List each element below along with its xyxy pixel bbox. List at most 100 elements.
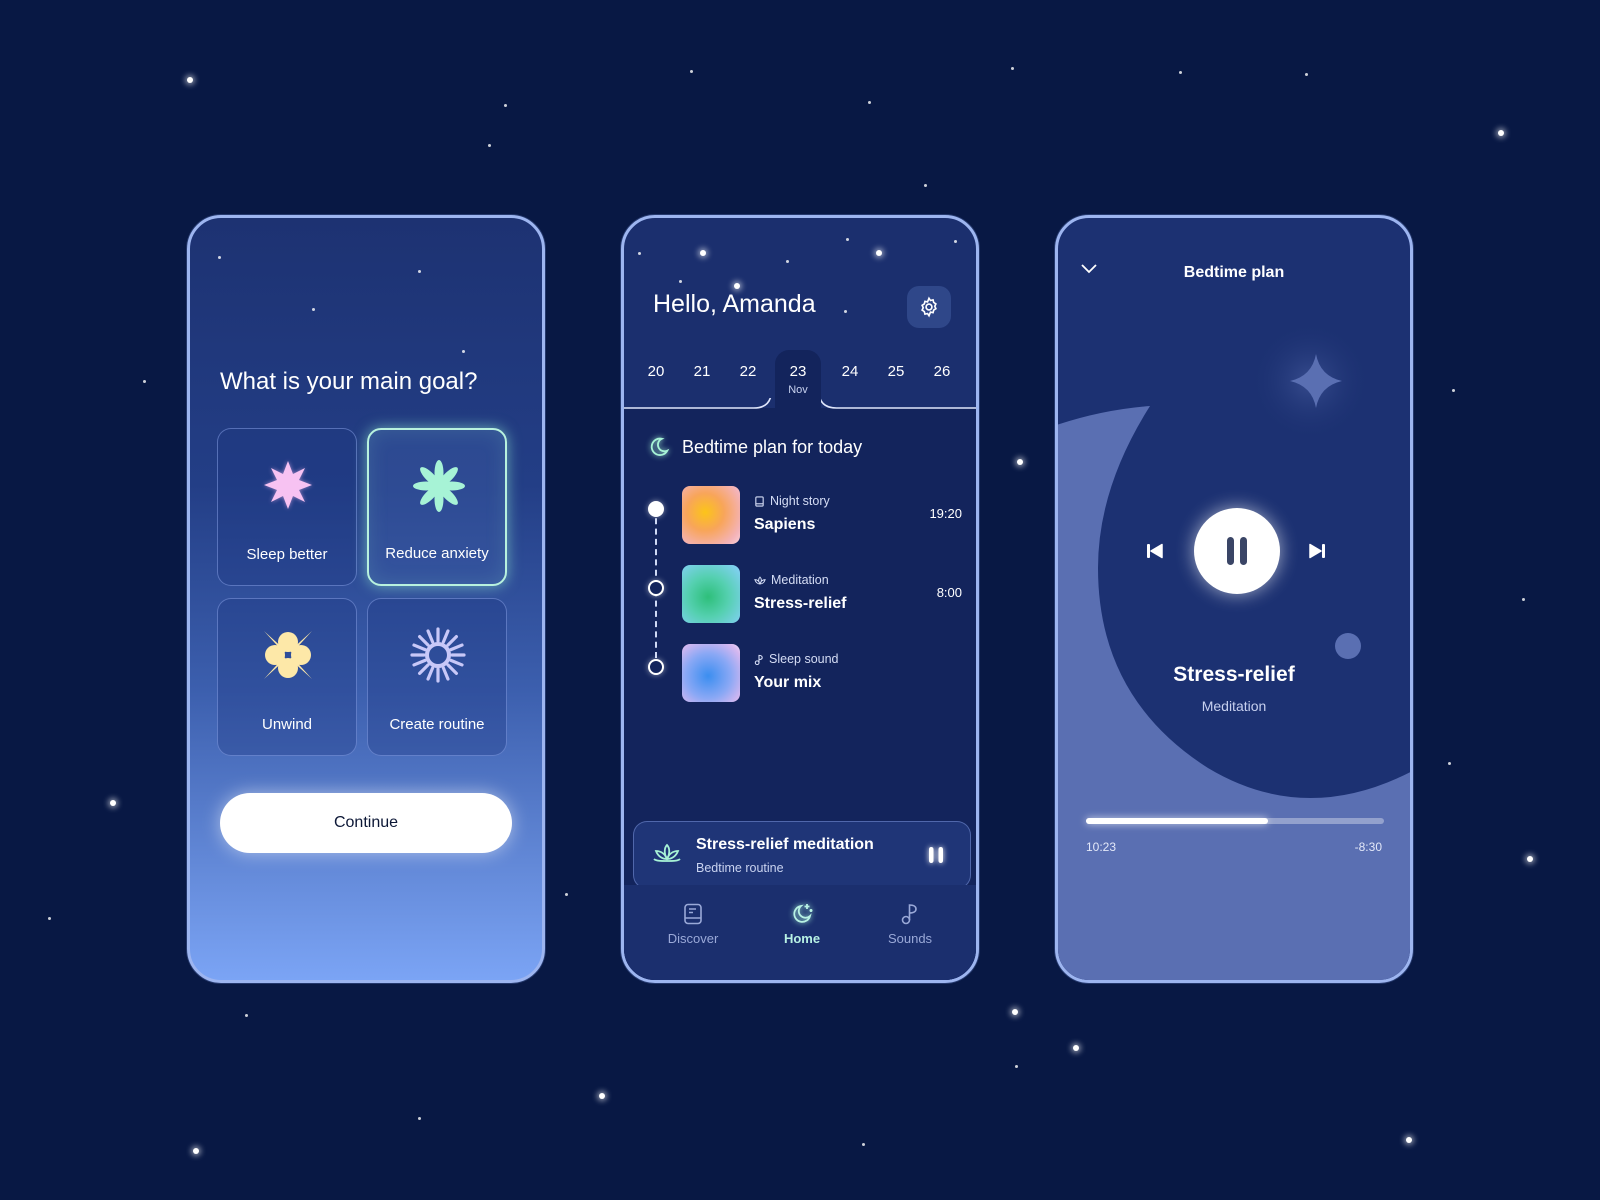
goal-label: Reduce anxiety <box>385 545 489 562</box>
star <box>638 252 641 255</box>
sleep-sound-thumbnail <box>682 644 740 702</box>
star <box>599 1093 605 1099</box>
plan-item-meditation[interactable]: Meditation Stress-relief 8:00 <box>682 565 962 625</box>
plan-item-category: Night story <box>754 494 830 508</box>
player-title: Bedtime plan <box>1183 264 1285 281</box>
mint-flower-icon <box>413 460 465 512</box>
continue-button[interactable]: Continue <box>220 793 512 853</box>
star <box>690 70 693 73</box>
calendar-day[interactable]: 24 <box>832 363 868 380</box>
star <box>924 184 927 187</box>
calendar-day[interactable]: 21 <box>684 363 720 380</box>
star <box>734 283 740 289</box>
calendar-day[interactable]: 22 <box>730 363 766 380</box>
star <box>1452 389 1455 392</box>
goal-label: Create routine <box>389 716 485 733</box>
night-story-thumbnail <box>682 486 740 544</box>
plan-item-time: 19:20 <box>929 506 962 521</box>
nav-sounds[interactable]: Sounds <box>865 903 955 946</box>
star <box>1017 459 1023 465</box>
mini-player-subtitle: Bedtime routine <box>696 861 784 875</box>
moon-illustration <box>1058 321 1410 980</box>
plan-item-time: 8:00 <box>936 585 962 600</box>
calendar-day-selected[interactable]: 23 Nov <box>780 363 816 396</box>
star <box>679 280 682 283</box>
calendar-day[interactable]: 20 <box>638 363 674 380</box>
plan-item-sleep-sound[interactable]: Sleep sound Your mix <box>682 644 962 704</box>
plan-item-night-story[interactable]: Night story Sapiens 19:20 <box>682 486 962 546</box>
mini-pause-button[interactable] <box>928 846 944 864</box>
star <box>418 270 421 273</box>
progress-fill <box>1086 818 1268 824</box>
plan-header: Bedtime plan for today <box>648 436 862 458</box>
star <box>786 260 789 263</box>
progress-bar[interactable] <box>1086 818 1384 824</box>
timeline-dot <box>648 659 664 675</box>
gear-icon <box>921 296 937 318</box>
pink-burst-icon <box>264 461 312 509</box>
star <box>1012 1009 1018 1015</box>
star <box>1522 598 1525 601</box>
goal-screen: What is your main goal? Sleep better Red… <box>187 215 545 983</box>
star <box>462 350 465 353</box>
lotus-icon <box>653 843 681 862</box>
star <box>1179 71 1182 74</box>
plan-item-category: Sleep sound <box>754 652 839 666</box>
star <box>504 104 507 107</box>
lotus-icon <box>754 575 766 585</box>
pause-icon <box>1227 537 1247 565</box>
star <box>48 917 51 920</box>
star <box>1011 67 1014 70</box>
category-label: Sleep sound <box>769 652 839 666</box>
goal-option-sleep-better[interactable]: Sleep better <box>217 428 357 586</box>
calendar-day-number: 23 <box>789 363 807 380</box>
star <box>1305 73 1308 76</box>
track-title: Stress-relief <box>1173 663 1295 686</box>
goal-option-reduce-anxiety[interactable]: Reduce anxiety <box>367 428 507 586</box>
settings-button[interactable] <box>907 286 951 328</box>
previous-button[interactable] <box>1146 542 1164 565</box>
plan-item-title: Your mix <box>754 674 822 691</box>
nav-home[interactable]: Home <box>757 903 847 946</box>
star <box>1406 1137 1412 1143</box>
bottom-nav: Discover Home Sounds <box>624 885 976 980</box>
yellow-flower-icon <box>264 631 312 679</box>
skip-previous-icon <box>1147 543 1163 559</box>
pause-button[interactable] <box>1194 508 1280 594</box>
music-note-icon <box>754 654 763 665</box>
star <box>876 250 882 256</box>
star <box>844 310 847 313</box>
star <box>218 256 221 259</box>
calendar-day[interactable]: 25 <box>878 363 914 380</box>
star <box>488 144 491 147</box>
nav-label: Discover <box>667 931 719 946</box>
star <box>1498 130 1504 136</box>
star <box>143 380 146 383</box>
plan-item-title: Sapiens <box>754 516 816 533</box>
timeline-dot-active <box>648 501 664 517</box>
home-screen: Hello, Amanda 20 21 22 23 Nov 24 25 26 B… <box>621 215 979 983</box>
goal-option-unwind[interactable]: Unwind <box>217 598 357 756</box>
star <box>862 1143 865 1146</box>
category-label: Meditation <box>771 573 829 587</box>
book-icon <box>755 495 764 507</box>
meditation-thumbnail <box>682 565 740 623</box>
star <box>1015 1065 1018 1068</box>
goal-option-create-routine[interactable]: Create routine <box>367 598 507 756</box>
star <box>1448 762 1451 765</box>
goal-label: Unwind <box>261 716 313 733</box>
category-label: Night story <box>770 494 830 508</box>
star <box>846 238 849 241</box>
plan-title: Bedtime plan for today <box>682 436 863 457</box>
nav-label: Sounds <box>887 931 933 946</box>
plan-item-category: Meditation <box>754 573 829 587</box>
nav-discover[interactable]: Discover <box>648 903 738 946</box>
calendar-day[interactable]: 26 <box>924 363 960 380</box>
plan-item-title: Stress-relief <box>754 595 847 612</box>
star <box>565 893 568 896</box>
pause-icon <box>929 847 943 863</box>
music-note-icon <box>901 904 917 925</box>
timeline-dot <box>648 580 664 596</box>
mini-player[interactable]: Stress-relief meditation Bedtime routine <box>633 821 971 889</box>
next-button[interactable] <box>1308 542 1326 565</box>
